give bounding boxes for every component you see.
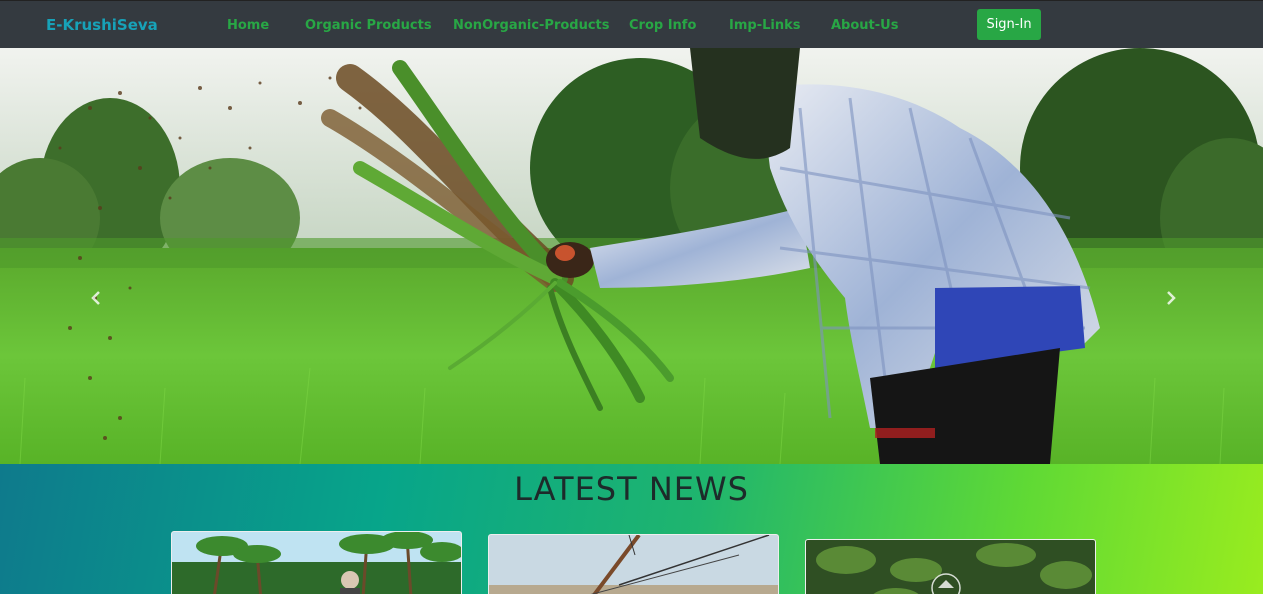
news-card-1-image xyxy=(172,532,461,594)
carousel-next-button[interactable] xyxy=(1163,290,1179,306)
navbar: E-KrushiSeva Home Organic Products NonOr… xyxy=(0,0,1263,48)
latest-news-section: LATEST NEWS xyxy=(0,464,1263,594)
brand-logo[interactable]: E-KrushiSeva xyxy=(46,16,158,34)
nav-organic-products[interactable]: Organic Products xyxy=(305,18,432,33)
nav-crop-info[interactable]: Crop Info xyxy=(629,18,696,33)
chevron-left-icon xyxy=(88,290,104,306)
hero-carousel xyxy=(0,48,1263,464)
news-card-2-image xyxy=(489,535,778,594)
news-card-2[interactable] xyxy=(488,534,779,594)
signin-button[interactable]: Sign-In xyxy=(977,9,1041,40)
carousel-prev-button[interactable] xyxy=(88,290,104,306)
news-card-3-image xyxy=(806,540,1095,594)
hero-image-farmer-rice-field xyxy=(0,48,1263,464)
chevron-right-icon xyxy=(1163,290,1179,306)
nav-home[interactable]: Home xyxy=(227,18,269,33)
latest-news-heading: LATEST NEWS xyxy=(514,470,749,508)
nav-nonorganic-products[interactable]: NonOrganic-Products xyxy=(453,18,610,33)
news-card-1[interactable] xyxy=(171,531,462,594)
news-card-3[interactable] xyxy=(805,539,1096,594)
nav-imp-links[interactable]: Imp-Links xyxy=(729,18,800,33)
nav-about-us[interactable]: About-Us xyxy=(831,18,898,33)
